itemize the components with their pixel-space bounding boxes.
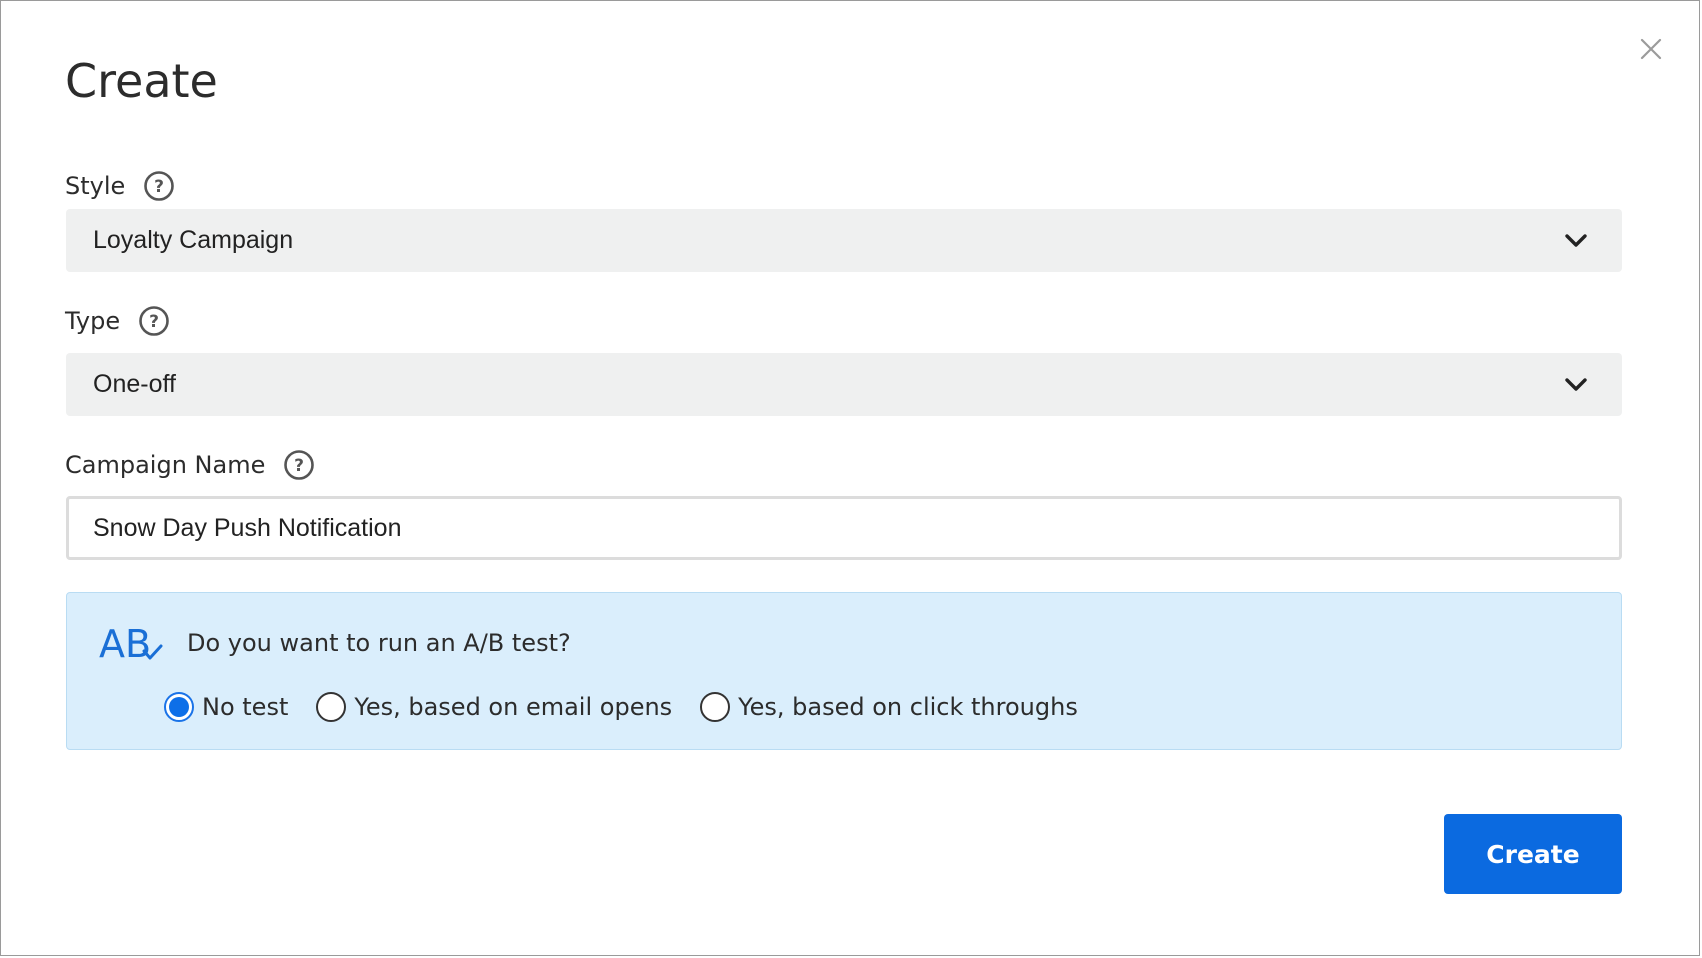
type-select[interactable]: One-off — [66, 353, 1622, 416]
style-label: Style — [65, 172, 126, 200]
style-label-row: Style ? — [65, 168, 175, 204]
ab-test-question: Do you want to run an A/B test? — [187, 629, 571, 657]
radio-no-test[interactable]: No test — [164, 692, 288, 722]
radio-label: Yes, based on email opens — [354, 693, 673, 721]
type-help-icon[interactable]: ? — [138, 305, 170, 337]
campaign-name-input[interactable] — [66, 496, 1622, 560]
ab-test-options: No test Yes, based on email opens Yes, b… — [164, 687, 1106, 727]
campaign-name-help-icon[interactable]: ? — [283, 449, 315, 481]
radio-click-throughs[interactable]: Yes, based on click throughs — [700, 692, 1078, 722]
radio-button[interactable] — [700, 692, 731, 722]
create-campaign-dialog: Create Style ? Loyalty Campaign Type ? O… — [0, 0, 1700, 956]
svg-text:AB: AB — [99, 622, 151, 665]
campaign-name-label: Campaign Name — [65, 451, 266, 479]
close-button[interactable] — [1633, 31, 1669, 67]
radio-label: Yes, based on click throughs — [738, 693, 1078, 721]
ab-test-panel: AB Do you want to run an A/B test? No te… — [66, 592, 1622, 750]
style-select[interactable]: Loyalty Campaign — [66, 209, 1622, 272]
radio-email-opens[interactable]: Yes, based on email opens — [316, 692, 672, 722]
radio-button-checked[interactable] — [164, 692, 194, 722]
campaign-name-label-row: Campaign Name ? — [65, 447, 315, 483]
chevron-down-icon — [1565, 378, 1587, 391]
type-select-value: One-off — [93, 370, 176, 398]
style-help-icon[interactable]: ? — [143, 170, 175, 202]
radio-label: No test — [202, 693, 289, 721]
ab-test-icon: AB — [99, 622, 163, 665]
chevron-down-icon — [1565, 234, 1587, 247]
svg-text:?: ? — [294, 456, 304, 476]
radio-button[interactable] — [316, 692, 347, 722]
style-select-value: Loyalty Campaign — [93, 226, 294, 254]
type-label: Type — [65, 307, 121, 335]
svg-text:?: ? — [154, 177, 164, 197]
type-label-row: Type ? — [65, 303, 170, 339]
close-icon — [1640, 38, 1662, 60]
svg-text:?: ? — [149, 312, 159, 332]
dialog-title: Create — [65, 54, 218, 108]
create-button[interactable]: Create — [1444, 814, 1622, 894]
